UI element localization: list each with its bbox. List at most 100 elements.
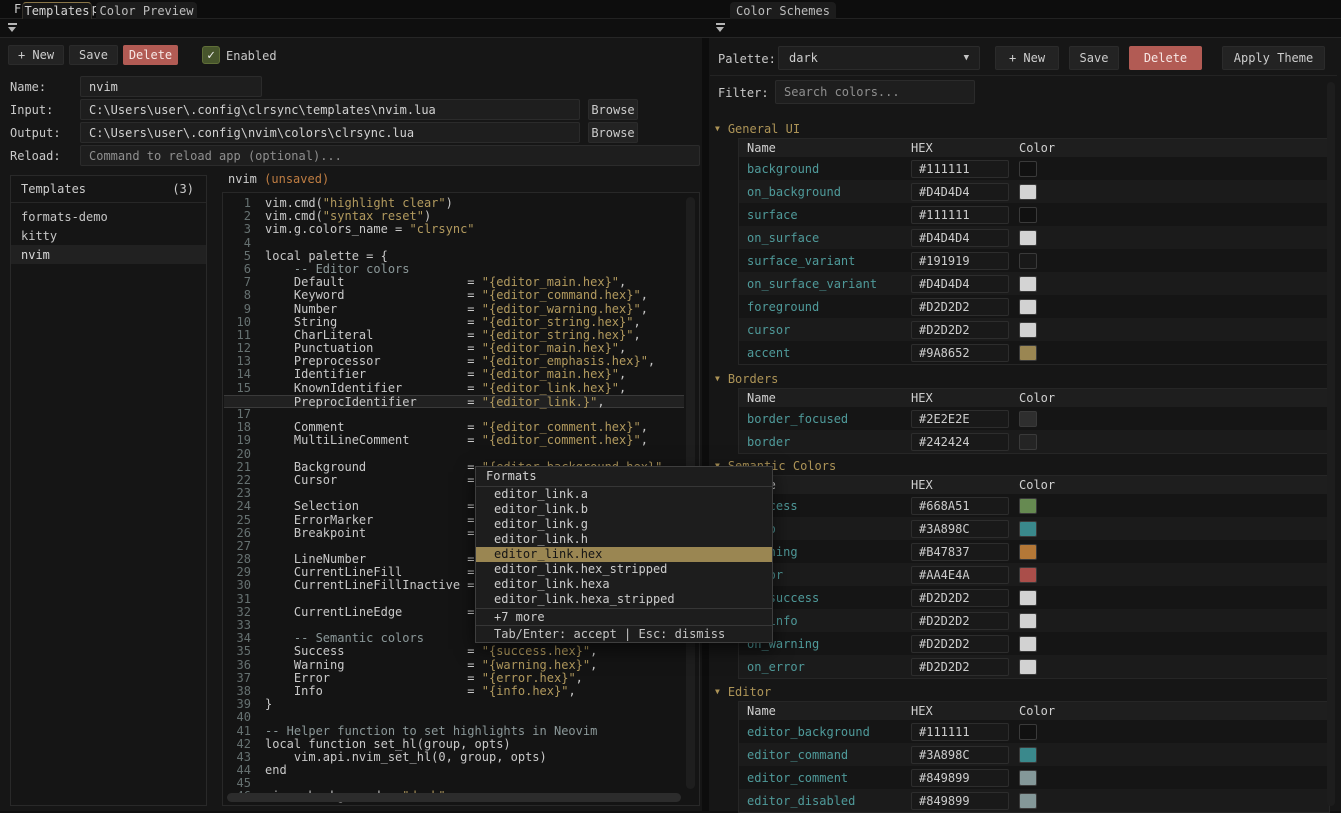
color-swatch[interactable] — [1019, 498, 1037, 514]
new-template-button[interactable]: + New — [8, 45, 64, 65]
autocomplete-item[interactable]: editor_link.hexa_stripped — [476, 592, 772, 607]
hex-field[interactable]: #191919 — [911, 252, 1009, 270]
hex-field[interactable]: #111111 — [911, 723, 1009, 741]
line-number: 31 — [224, 593, 251, 606]
color-swatch[interactable] — [1019, 207, 1037, 223]
line-number: 8 — [224, 289, 251, 302]
hex-field[interactable]: #668A51 — [911, 497, 1009, 515]
code-line[interactable]: PreprocIdentifier = "{editor_link.}", — [224, 395, 684, 408]
autocomplete-item[interactable]: editor_link.hex_stripped — [476, 562, 772, 577]
enabled-checkbox[interactable]: ✓ — [202, 46, 220, 64]
hex-field[interactable]: #3A898C — [911, 520, 1009, 538]
hex-field[interactable]: #D4D4D4 — [911, 275, 1009, 293]
autocomplete-item[interactable]: editor_link.b — [476, 502, 772, 517]
apply-theme-button[interactable]: Apply Theme — [1222, 46, 1325, 70]
panel-divider[interactable] — [702, 19, 709, 811]
name-input[interactable] — [80, 76, 262, 97]
reload-command-input[interactable] — [80, 145, 700, 166]
color-swatch[interactable] — [1019, 747, 1037, 763]
autocomplete-item[interactable]: editor_link.h — [476, 532, 772, 547]
hex-field[interactable]: #849899 — [911, 769, 1009, 787]
section-header[interactable]: ▼Semantic Colors — [715, 457, 1331, 474]
hex-field[interactable]: #B47837 — [911, 543, 1009, 561]
tab-color-preview[interactable]: Color Preview — [96, 2, 197, 19]
hex-field[interactable]: #D2D2D2 — [911, 321, 1009, 339]
color-swatch[interactable] — [1019, 411, 1037, 427]
hex-field[interactable]: #D4D4D4 — [911, 183, 1009, 201]
code-line[interactable]: 39} — [224, 698, 684, 711]
template-list-item[interactable]: nvim — [11, 245, 206, 264]
autocomplete-item[interactable]: editor_link.hexa — [476, 577, 772, 592]
section-header[interactable]: ▼Editor — [715, 683, 1331, 700]
save-palette-button[interactable]: Save — [1069, 46, 1119, 70]
hex-field[interactable]: #D2D2D2 — [911, 612, 1009, 630]
delete-palette-button[interactable]: Delete — [1129, 46, 1202, 70]
code-line[interactable]: 38 Info = "{info.hex}", — [224, 685, 684, 698]
hex-field[interactable]: #9A8652 — [911, 344, 1009, 362]
browse-input-button[interactable]: Browse — [588, 99, 638, 120]
hex-field[interactable]: #2E2E2E — [911, 410, 1009, 428]
autocomplete-item[interactable]: editor_link.a — [476, 487, 772, 502]
hex-field[interactable]: #D2D2D2 — [911, 589, 1009, 607]
hex-field[interactable]: #D2D2D2 — [911, 658, 1009, 676]
color-swatch[interactable] — [1019, 521, 1037, 537]
color-swatch[interactable] — [1019, 322, 1037, 338]
color-swatch[interactable] — [1019, 544, 1037, 560]
browse-output-button[interactable]: Browse — [588, 122, 638, 143]
hex-field[interactable]: #849899 — [911, 792, 1009, 810]
editor-unsaved-badge: (unsaved) — [264, 172, 329, 186]
color-swatch[interactable] — [1019, 434, 1037, 450]
color-swatch[interactable] — [1019, 659, 1037, 675]
editor-horizontal-scrollbar[interactable] — [227, 793, 681, 802]
autocomplete-more[interactable]: +7 more — [476, 608, 772, 625]
code-line[interactable]: 15 KnownIdentifier = "{editor_link.hex}"… — [224, 382, 684, 395]
section-header[interactable]: ▼Borders — [715, 370, 1331, 387]
template-list-item[interactable]: formats-demo — [11, 207, 206, 226]
color-swatch[interactable] — [1019, 724, 1037, 740]
right-panel-scrollbar[interactable] — [1327, 82, 1335, 806]
save-template-button[interactable]: Save — [69, 45, 118, 65]
color-swatch[interactable] — [1019, 161, 1037, 177]
color-swatch[interactable] — [1019, 793, 1037, 809]
autocomplete-item[interactable]: editor_link.g — [476, 517, 772, 532]
hex-field[interactable]: #D4D4D4 — [911, 229, 1009, 247]
color-row: editor_background#111111 — [739, 720, 1329, 743]
hex-field[interactable]: #AA4E4A — [911, 566, 1009, 584]
hex-field[interactable]: #111111 — [911, 206, 1009, 224]
color-row: editor_disabled#849899 — [739, 789, 1329, 812]
color-swatch[interactable] — [1019, 590, 1037, 606]
hex-field[interactable]: #3A898C — [911, 746, 1009, 764]
collapse-right-panel-icon[interactable] — [716, 23, 725, 33]
color-swatch[interactable] — [1019, 636, 1037, 652]
color-swatch[interactable] — [1019, 276, 1037, 292]
hex-field[interactable]: #D2D2D2 — [911, 298, 1009, 316]
code-line[interactable]: 43 vim.api.nvim_set_hl(0, group, opts) — [224, 751, 684, 764]
code-line[interactable]: 3vim.g.colors_name = "clrsync" — [224, 223, 684, 236]
delete-template-button[interactable]: Delete — [123, 45, 178, 65]
color-filter-input[interactable] — [775, 80, 975, 104]
color-swatch[interactable] — [1019, 613, 1037, 629]
palette-select[interactable]: dark ▼ — [778, 46, 980, 70]
hex-field[interactable]: #242424 — [911, 433, 1009, 451]
output-path-input[interactable] — [80, 122, 580, 143]
hex-field[interactable]: #D2D2D2 — [911, 635, 1009, 653]
code-line[interactable]: 19 MultiLineComment = "{editor_comment.h… — [224, 434, 684, 447]
collapse-left-panel-icon[interactable] — [8, 23, 17, 33]
color-swatch[interactable] — [1019, 184, 1037, 200]
color-swatch[interactable] — [1019, 299, 1037, 315]
input-path-input[interactable] — [80, 99, 580, 120]
tab-color-schemes[interactable]: Color Schemes — [730, 2, 836, 19]
color-swatch[interactable] — [1019, 253, 1037, 269]
autocomplete-item[interactable]: editor_link.hex — [476, 547, 772, 562]
hex-field[interactable]: #111111 — [911, 160, 1009, 178]
color-swatch[interactable] — [1019, 345, 1037, 361]
color-swatch[interactable] — [1019, 567, 1037, 583]
template-list-item[interactable]: kitty — [11, 226, 206, 245]
line-number: 25 — [224, 514, 251, 527]
section-header[interactable]: ▼General UI — [715, 120, 1331, 137]
code-line[interactable]: 44end — [224, 764, 684, 777]
tab-templates[interactable]: Templates — [22, 2, 92, 19]
color-swatch[interactable] — [1019, 230, 1037, 246]
color-swatch[interactable] — [1019, 770, 1037, 786]
new-palette-button[interactable]: + New — [995, 46, 1059, 70]
